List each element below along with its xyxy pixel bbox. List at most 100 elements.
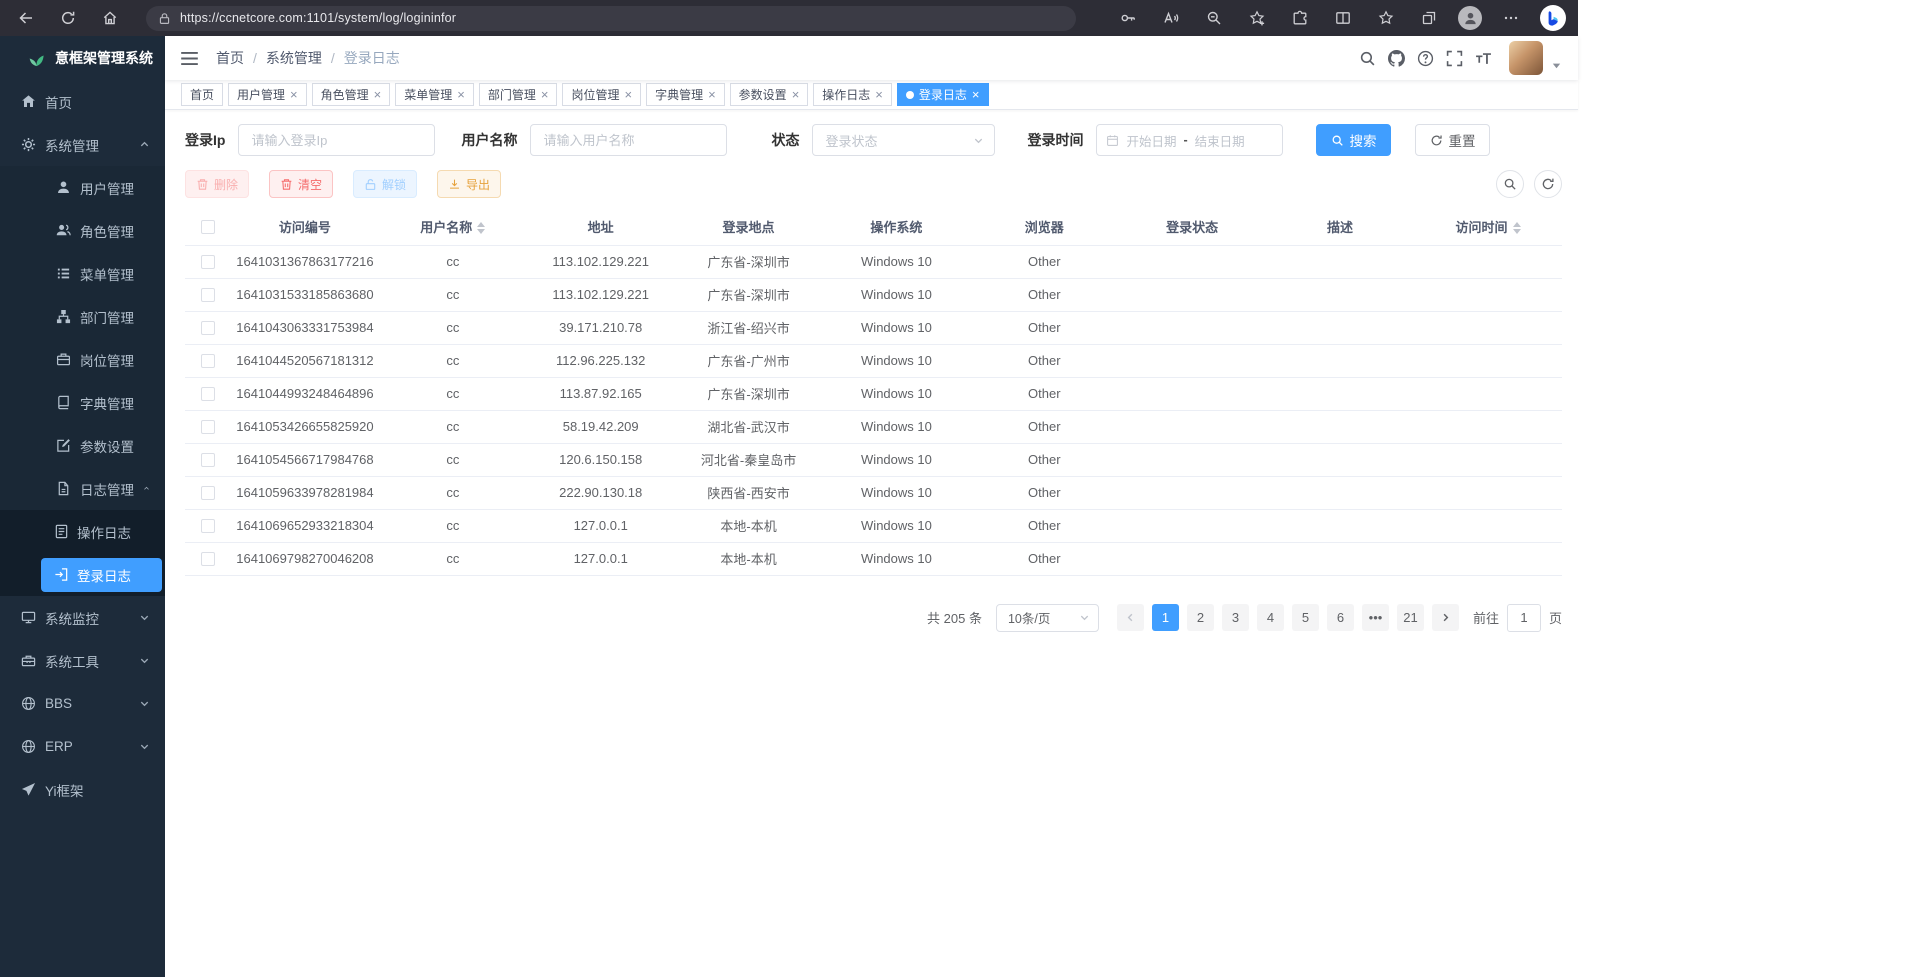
row-checkbox[interactable] [201, 420, 215, 434]
header-username[interactable]: 用户名称 [379, 208, 527, 245]
browser-refresh-button[interactable] [54, 4, 82, 32]
sidebar-item-system-monitor[interactable]: 系统监控 [0, 596, 165, 639]
tab-dept-mgmt[interactable]: 部门管理× [479, 83, 558, 106]
tab-operation-log[interactable]: 操作日志× [813, 83, 892, 106]
tab-menu-mgmt[interactable]: 菜单管理× [395, 83, 474, 106]
sidebar-item-erp[interactable]: ERP [0, 725, 165, 768]
clear-button[interactable]: 清空 [269, 170, 333, 198]
sidebar-item-role-mgmt[interactable]: 角色管理 [0, 209, 165, 252]
favorites-bar-button[interactable] [1372, 4, 1400, 32]
page-button-last[interactable]: 21 [1397, 604, 1424, 631]
fullscreen-button[interactable] [1445, 49, 1463, 67]
page-button-3[interactable]: 3 [1222, 604, 1249, 631]
tab-user-mgmt[interactable]: 用户管理× [228, 83, 307, 106]
toggle-search-button[interactable] [1496, 170, 1524, 198]
next-page-button[interactable] [1432, 604, 1459, 631]
close-icon[interactable]: × [792, 88, 800, 101]
tab-param-settings[interactable]: 参数设置× [730, 83, 809, 106]
more-pages-button[interactable]: ••• [1362, 604, 1389, 631]
sidebar-item-post-mgmt[interactable]: 岗位管理 [0, 338, 165, 381]
sidebar-item-log-mgmt[interactable]: 日志管理 [0, 467, 165, 510]
sidebar-item-dict-mgmt[interactable]: 字典管理 [0, 381, 165, 424]
row-checkbox[interactable] [201, 387, 215, 401]
search-button[interactable]: 搜索 [1316, 124, 1391, 156]
collections-button[interactable] [1415, 4, 1443, 32]
extensions-button[interactable] [1286, 4, 1314, 32]
row-checkbox[interactable] [201, 354, 215, 368]
row-checkbox[interactable] [201, 552, 215, 566]
sidebar-item-system-mgmt[interactable]: 系统管理 [0, 123, 165, 166]
tab-role-mgmt[interactable]: 角色管理× [312, 83, 391, 106]
goto-page-input[interactable] [1507, 604, 1541, 632]
add-favorite-button[interactable] [1243, 4, 1271, 32]
breadcrumb-system-mgmt[interactable]: 系统管理 [266, 48, 322, 68]
sidebar-item-operation-log[interactable]: 操作日志 [0, 510, 165, 553]
browser-profile-avatar[interactable] [1458, 6, 1482, 30]
export-button[interactable]: 导出 [437, 170, 501, 198]
row-checkbox[interactable] [201, 255, 215, 269]
tab-home[interactable]: 首页 [181, 83, 223, 106]
page-button-2[interactable]: 2 [1187, 604, 1214, 631]
close-icon[interactable]: × [290, 88, 298, 101]
sidebar-item-bbs[interactable]: BBS [0, 682, 165, 725]
unlock-button[interactable]: 解锁 [353, 170, 417, 198]
login-status-select[interactable]: 登录状态 [812, 124, 995, 156]
password-key-button[interactable] [1114, 4, 1142, 32]
sidebar-item-user-mgmt[interactable]: 用户管理 [0, 166, 165, 209]
header-visit-time[interactable]: 访问时间 [1414, 208, 1562, 245]
row-checkbox[interactable] [201, 321, 215, 335]
close-icon[interactable]: × [541, 88, 549, 101]
browser-home-button[interactable] [96, 4, 124, 32]
close-icon[interactable]: × [624, 88, 632, 101]
page-button-5[interactable]: 5 [1292, 604, 1319, 631]
close-icon[interactable]: × [457, 88, 465, 101]
select-all-checkbox[interactable] [201, 220, 215, 234]
page-button-1[interactable]: 1 [1152, 604, 1179, 631]
font-size-button[interactable] [1474, 49, 1492, 67]
browser-url-bar[interactable]: https://ccnetcore.com:1101/system/log/lo… [146, 6, 1076, 31]
sort-carets-icon[interactable] [1513, 222, 1521, 234]
row-checkbox[interactable] [201, 453, 215, 467]
sort-carets-icon[interactable] [477, 222, 485, 234]
sidebar-item-menu-mgmt[interactable]: 菜单管理 [0, 252, 165, 295]
tab-login-log[interactable]: 登录日志× [897, 83, 989, 106]
username-input[interactable] [530, 124, 727, 156]
login-ip-input[interactable] [238, 124, 435, 156]
zoom-out-button[interactable] [1200, 4, 1228, 32]
github-button[interactable] [1387, 49, 1405, 67]
page-button-4[interactable]: 4 [1257, 604, 1284, 631]
sidebar-item-yi-framework[interactable]: Yi框架 [0, 768, 165, 811]
tab-post-mgmt[interactable]: 岗位管理× [562, 83, 641, 106]
close-icon[interactable]: × [972, 88, 980, 101]
header-search-button[interactable] [1358, 49, 1376, 67]
row-checkbox[interactable] [201, 288, 215, 302]
sidebar-item-param-settings[interactable]: 参数设置 [0, 424, 165, 467]
delete-button[interactable]: 删除 [185, 170, 249, 198]
hamburger-icon[interactable] [180, 49, 199, 68]
user-avatar[interactable] [1509, 41, 1543, 75]
page-size-select[interactable]: 10条/页 [996, 604, 1099, 632]
app-logo[interactable]: 意框架管理系统 [0, 36, 165, 80]
close-icon[interactable]: × [875, 88, 883, 101]
read-aloud-button[interactable] [1157, 4, 1185, 32]
row-checkbox[interactable] [201, 519, 215, 533]
tab-dict-mgmt[interactable]: 字典管理× [646, 83, 725, 106]
reset-button[interactable]: 重置 [1415, 124, 1490, 156]
breadcrumb-home[interactable]: 首页 [216, 48, 244, 68]
refresh-table-button[interactable] [1534, 170, 1562, 198]
sidebar-item-system-tools[interactable]: 系统工具 [0, 639, 165, 682]
chevron-down-icon[interactable] [1551, 60, 1562, 71]
sidebar-item-home[interactable]: 首页 [0, 80, 165, 123]
close-icon[interactable]: × [374, 88, 382, 101]
bing-copilot-button[interactable] [1540, 5, 1566, 31]
split-screen-button[interactable] [1329, 4, 1357, 32]
page-button-6[interactable]: 6 [1327, 604, 1354, 631]
close-icon[interactable]: × [708, 88, 716, 101]
help-button[interactable] [1416, 49, 1434, 67]
browser-menu-button[interactable] [1497, 4, 1525, 32]
row-checkbox[interactable] [201, 486, 215, 500]
login-time-range-picker[interactable]: 开始日期 - 结束日期 [1096, 124, 1283, 156]
sidebar-item-login-log[interactable]: 登录日志 [0, 553, 165, 596]
browser-back-button[interactable] [12, 4, 40, 32]
sidebar-item-dept-mgmt[interactable]: 部门管理 [0, 295, 165, 338]
